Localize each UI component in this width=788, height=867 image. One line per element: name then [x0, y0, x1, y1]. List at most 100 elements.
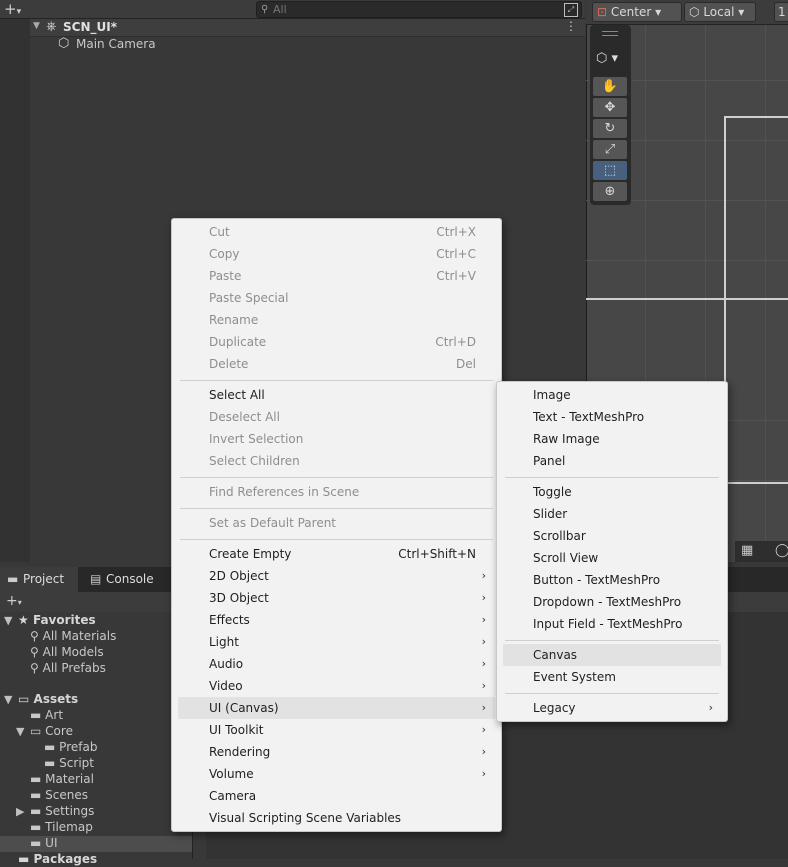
menu-item-toggle[interactable]: Toggle: [533, 481, 572, 503]
search-input[interactable]: [273, 2, 553, 17]
scale-tool-icon[interactable]: ⤢: [593, 140, 627, 159]
scene-overlay-toolbar: ▦ ◯: [735, 541, 788, 562]
menu-item-delete: Delete Del: [209, 353, 476, 375]
hierarchy-toolbar: +▾ ⚲ ⤢: [0, 0, 585, 19]
menu-item-ui-canvas[interactable]: UI (Canvas) ›: [209, 697, 486, 719]
expand-arrow-icon[interactable]: ▼: [16, 724, 30, 740]
menu-item-text-tmp[interactable]: Text - TextMeshPro: [533, 406, 644, 428]
menu-item-panel[interactable]: Panel: [533, 450, 565, 472]
chevron-right-icon: ›: [481, 679, 486, 692]
assets-header[interactable]: ▼ ▭ Assets: [4, 691, 78, 707]
transform-tool-icon[interactable]: ⊕: [593, 182, 627, 201]
favorite-item[interactable]: ⚲ All Materials: [30, 628, 116, 644]
expand-arrow-icon[interactable]: ▼: [33, 21, 40, 31]
folder-item[interactable]: ▬ Scenes: [30, 787, 88, 803]
expand-arrow-icon[interactable]: ▼: [4, 692, 18, 708]
folder-item[interactable]: ▬ Art: [30, 707, 63, 723]
expand-arrow-icon[interactable]: ▶: [16, 804, 30, 820]
menu-label: Camera: [209, 789, 257, 803]
menu-item-image[interactable]: Image: [533, 384, 571, 406]
favorites-header[interactable]: ▼ ★ Favorites: [4, 612, 96, 628]
expand-arrow-icon[interactable]: ▼: [4, 613, 18, 629]
menu-item-3d-object[interactable]: 3D Object ›: [209, 587, 486, 609]
scene-row[interactable]: ▼ ⎈ SCN_UI* ⋮: [30, 19, 585, 37]
menu-label: Visual Scripting Scene Variables: [209, 811, 402, 825]
menu-item-raw-image[interactable]: Raw Image: [533, 428, 600, 450]
menu-label: Canvas: [533, 648, 578, 662]
menu-label: Audio: [209, 657, 244, 671]
more-options-icon[interactable]: ⋮: [565, 19, 577, 33]
move-tool-icon[interactable]: ✥: [593, 98, 627, 117]
rect-tool-icon[interactable]: ⬚: [593, 161, 627, 180]
rotate-tool-icon[interactable]: ↻: [593, 119, 627, 138]
menu-item-button-tmp[interactable]: Button - TextMeshPro: [533, 569, 660, 591]
menu-label: Legacy: [533, 701, 576, 715]
chevron-right-icon: ›: [481, 613, 486, 626]
tab-console[interactable]: ▤ Console: [88, 567, 178, 592]
menu-item-event-system[interactable]: Event System: [533, 666, 616, 688]
menu-item-input-field-tmp[interactable]: Input Field - TextMeshPro: [533, 613, 682, 635]
camera-label: Main Camera: [76, 37, 156, 51]
space-mode-dropdown[interactable]: ⬡ Local ▾: [684, 2, 756, 22]
search-filter-icon[interactable]: ⤢: [564, 3, 578, 17]
menu-item-select-all[interactable]: Select All: [209, 384, 476, 406]
favorite-item[interactable]: ⚲ All Models: [30, 644, 104, 660]
search-icon: ⚲: [261, 4, 269, 15]
folder-icon: ▬: [30, 788, 42, 802]
menu-item-ui-toolkit[interactable]: UI Toolkit ›: [209, 719, 486, 741]
menu-item-2d-object[interactable]: 2D Object ›: [209, 565, 486, 587]
menu-label: UI Toolkit: [209, 723, 264, 737]
menu-item-volume[interactable]: Volume ›: [209, 763, 486, 785]
menu-item-camera[interactable]: Camera: [209, 785, 486, 807]
menu-item-video[interactable]: Video ›: [209, 675, 486, 697]
hand-tool-icon[interactable]: ✋: [593, 77, 627, 96]
gizmo-icon[interactable]: ▦: [741, 543, 753, 558]
add-asset-button[interactable]: +▾: [6, 593, 22, 609]
folder-item[interactable]: ▬ Script: [44, 755, 94, 771]
folder-item[interactable]: ▬ Tilemap: [30, 819, 93, 835]
search-icon[interactable]: ◯: [775, 543, 788, 558]
hierarchy-search[interactable]: ⚲ ⤢: [256, 1, 582, 18]
search-icon: ⚲: [30, 645, 39, 659]
menu-item-audio[interactable]: Audio ›: [209, 653, 486, 675]
menu-item-canvas[interactable]: Canvas: [533, 644, 577, 666]
folder-item[interactable]: ▬ Material: [30, 771, 94, 787]
chevron-right-icon: ›: [481, 767, 486, 780]
folder-label: Material: [45, 772, 94, 786]
menu-item-cut: Cut Ctrl+X: [209, 221, 476, 243]
menu-item-rendering[interactable]: Rendering ›: [209, 741, 486, 763]
menu-item-light[interactable]: Light ›: [209, 631, 486, 653]
search-icon: ⚲: [30, 629, 39, 643]
menu-item-visual-scripting-vars[interactable]: Visual Scripting Scene Variables: [209, 807, 486, 829]
folder-item[interactable]: ▼ ▭ Core: [16, 723, 73, 739]
menu-item-effects[interactable]: Effects ›: [209, 609, 486, 631]
view-tool-dropdown[interactable]: ⬡ ▾: [596, 51, 618, 66]
folder-item[interactable]: ▬ Prefab: [44, 739, 97, 755]
drag-handle-icon[interactable]: [602, 31, 618, 32]
add-object-button[interactable]: +▾: [4, 0, 26, 18]
menu-item-dropdown-tmp[interactable]: Dropdown - TextMeshPro: [533, 591, 681, 613]
pivot-mode-dropdown[interactable]: ⊡ Center ▾: [592, 2, 682, 22]
packages-label: Packages: [33, 852, 98, 866]
menu-label: Scroll View: [533, 551, 599, 565]
menu-item-scroll-view[interactable]: Scroll View: [533, 547, 598, 569]
menu-item-slider[interactable]: Slider: [533, 503, 567, 525]
folder-item[interactable]: ▶ ▬ Settings: [16, 803, 94, 819]
snap-increment-button[interactable]: 1: [774, 2, 788, 22]
favorite-item[interactable]: ⚲ All Prefabs: [30, 660, 106, 676]
assets-label: Assets: [33, 692, 79, 706]
menu-label: Deselect All: [209, 410, 280, 424]
menu-label: Paste Special: [209, 291, 289, 305]
folder-icon: ▬: [44, 756, 56, 770]
menu-label: Scrollbar: [533, 529, 586, 543]
menu-item-create-empty[interactable]: Create Empty Ctrl+Shift+N: [209, 543, 476, 565]
tab-project[interactable]: ▬ Project: [0, 567, 78, 592]
folder-icon: ▬: [44, 740, 56, 754]
menu-item-scrollbar[interactable]: Scrollbar: [533, 525, 586, 547]
menu-item-select-children: Select Children: [209, 450, 476, 472]
folder-item-selected[interactable]: ▬ UI: [30, 835, 58, 851]
drag-handle-icon: [602, 35, 618, 36]
menu-item-legacy[interactable]: Legacy ›: [533, 697, 713, 719]
packages-header[interactable]: ▬ Packages: [18, 851, 97, 867]
folder-icon: ▬: [30, 772, 42, 786]
